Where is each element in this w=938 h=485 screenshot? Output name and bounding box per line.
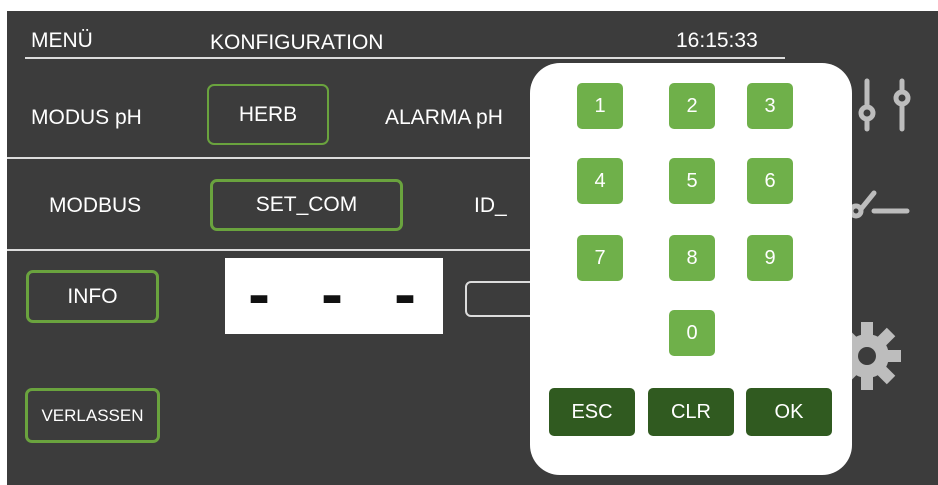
modus-ph-label: MODUS pH (31, 106, 142, 129)
esc-button[interactable]: ESC (549, 388, 635, 436)
key-1[interactable]: 1 (577, 83, 623, 129)
key-6[interactable]: 6 (747, 158, 793, 204)
clock-time: 16:15:33 (676, 29, 758, 52)
header-divider (25, 57, 785, 59)
exit-button[interactable]: VERLASSEN (25, 388, 160, 443)
key-0[interactable]: 0 (669, 310, 715, 356)
row-divider-2 (7, 249, 547, 251)
ok-button[interactable]: OK (746, 388, 832, 436)
hmi-screen: MENÜ KONFIGURATION 16:15:33 MODUS pH HER… (7, 11, 938, 485)
clear-button[interactable]: CLR (648, 388, 734, 436)
key-7[interactable]: 7 (577, 235, 623, 281)
key-9[interactable]: 9 (747, 235, 793, 281)
info-button[interactable]: INFO (26, 270, 159, 323)
key-5[interactable]: 5 (669, 158, 715, 204)
key-8[interactable]: 8 (669, 235, 715, 281)
row-divider-1 (7, 157, 547, 159)
set-com-button[interactable]: SET_COM (210, 179, 403, 231)
value-display: - - - (225, 258, 443, 334)
key-3[interactable]: 3 (747, 83, 793, 129)
page-title: KONFIGURATION (210, 31, 384, 54)
modus-ph-button[interactable]: HERB (207, 84, 329, 145)
key-2[interactable]: 2 (669, 83, 715, 129)
modbus-label: MODBUS (49, 194, 142, 217)
alarma-ph-label: ALARMA pH (385, 106, 503, 129)
numeric-keypad: 1 2 3 4 5 6 7 8 9 0 ESC CLR OK (530, 63, 852, 475)
key-4[interactable]: 4 (577, 158, 623, 204)
id-label: ID_ (474, 194, 507, 217)
menu-label[interactable]: MENÜ (31, 29, 93, 53)
